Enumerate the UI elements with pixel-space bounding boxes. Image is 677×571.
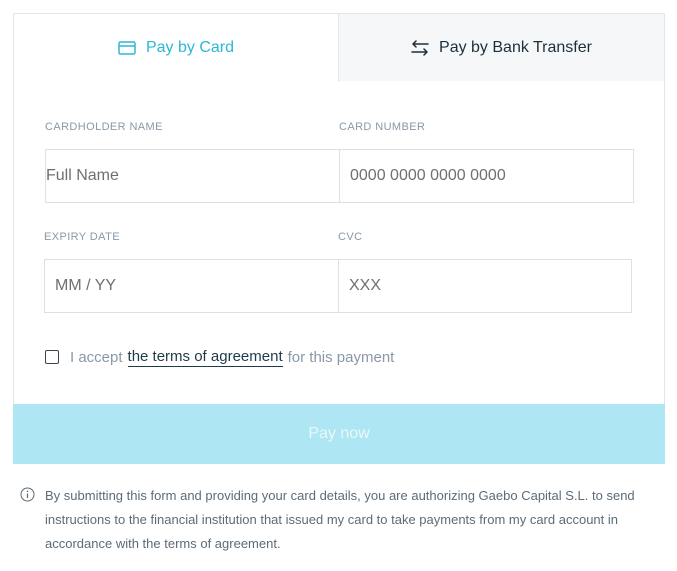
payment-method-tabs: Pay by Card Pay by Bank Transfer bbox=[13, 13, 665, 82]
tab-pay-by-bank-transfer[interactable]: Pay by Bank Transfer bbox=[339, 13, 665, 82]
cardholder-name-input[interactable] bbox=[45, 149, 340, 203]
disclaimer-text: By submitting this form and providing yo… bbox=[45, 488, 635, 551]
expiry-date-label: EXPIRY DATE bbox=[44, 231, 120, 243]
tab-pay-by-bank-transfer-label: Pay by Bank Transfer bbox=[439, 38, 592, 56]
credit-card-icon bbox=[118, 41, 136, 55]
transfer-arrows-icon bbox=[411, 39, 429, 56]
expiry-date-input[interactable] bbox=[44, 259, 339, 313]
cvc-label: CVC bbox=[338, 231, 363, 243]
terms-of-agreement-link[interactable]: the terms of agreement bbox=[127, 348, 283, 367]
tab-pay-by-card[interactable]: Pay by Card bbox=[13, 13, 339, 82]
info-icon bbox=[20, 487, 35, 502]
terms-row: I accept the terms of agreement for this… bbox=[45, 347, 394, 367]
tab-pay-by-card-label: Pay by Card bbox=[145, 39, 235, 56]
authorization-disclaimer: By submitting this form and providing yo… bbox=[20, 484, 660, 556]
cardholder-name-label: CARDHOLDER NAME bbox=[45, 121, 163, 133]
cvc-input[interactable] bbox=[338, 259, 632, 313]
card-number-input[interactable] bbox=[339, 149, 634, 203]
terms-checkbox[interactable] bbox=[45, 350, 59, 364]
payment-widget: Pay by Card Pay by Bank Transfer CARDHOL… bbox=[0, 0, 677, 571]
pay-now-button[interactable]: Pay now bbox=[13, 404, 665, 464]
card-number-label: CARD NUMBER bbox=[339, 121, 426, 133]
terms-suffix: for this payment bbox=[287, 348, 395, 366]
card-form-panel: CARDHOLDER NAME CARD NUMBER EXPIRY DATE … bbox=[13, 81, 665, 404]
terms-prefix: I accept bbox=[70, 348, 123, 366]
